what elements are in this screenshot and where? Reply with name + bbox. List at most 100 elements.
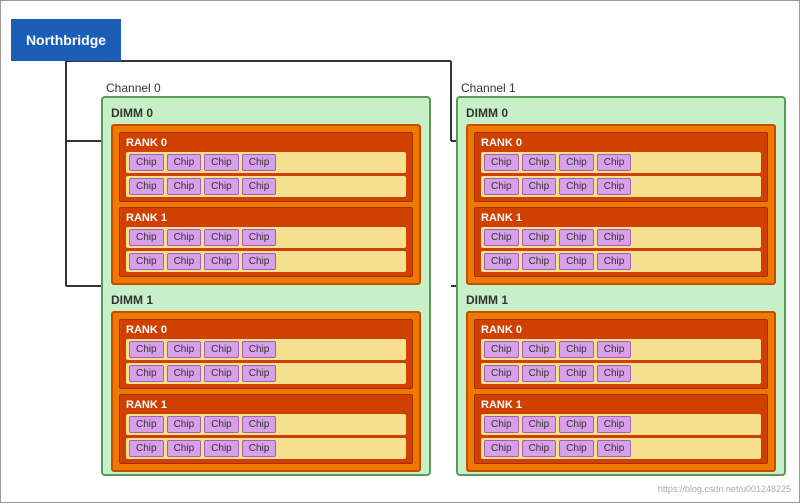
chip: Chip [204,416,239,433]
channel-1-label: Channel 1 [461,81,516,95]
chip: Chip [129,229,164,246]
chip: Chip [204,178,239,195]
chip-row: Chip Chip Chip Chip [126,339,406,360]
chip-row: Chip Chip Chip Chip [126,251,406,272]
ch0-dimm0-rank1: RANK 1 Chip Chip Chip Chip Chip Chip Chi… [119,207,413,277]
chip-row: Chip Chip Chip Chip [481,414,761,435]
chip: Chip [242,253,277,270]
chip: Chip [129,440,164,457]
chip: Chip [522,229,557,246]
chip: Chip [597,440,632,457]
chip: Chip [242,365,277,382]
northbridge-box: Northbridge [11,19,121,61]
ch1-dimm0-rank1-label: RANK 1 [481,212,761,224]
chip: Chip [559,253,594,270]
chip: Chip [559,365,594,382]
watermark: https://blog.csdn.net/u001248225 [658,484,791,494]
chip: Chip [204,154,239,171]
ch1-dimm0-rank0: RANK 0 Chip Chip Chip Chip Chip Chip Chi… [474,132,768,202]
chip: Chip [204,440,239,457]
chip: Chip [522,365,557,382]
chip-row: Chip Chip Chip Chip [481,339,761,360]
chip: Chip [559,416,594,433]
chip: Chip [484,253,519,270]
chip-row: Chip Chip Chip Chip [481,227,761,248]
chip: Chip [484,341,519,358]
chip: Chip [167,154,202,171]
chip: Chip [167,440,202,457]
chip-row: Chip Chip Chip Chip [126,152,406,173]
chip: Chip [242,341,277,358]
channel-1-block: DIMM 0 RANK 0 Chip Chip Chip Chip Chip C… [456,96,786,476]
ch0-dimm0-rank0-label: RANK 0 [126,137,406,149]
chip: Chip [522,253,557,270]
channel-0-label: Channel 0 [106,81,161,95]
chip: Chip [484,440,519,457]
chip-row: Chip Chip Chip Chip [126,414,406,435]
ch1-dimm0-block: RANK 0 Chip Chip Chip Chip Chip Chip Chi… [466,124,776,285]
chip: Chip [204,365,239,382]
ch1-dimm0-rank1: RANK 1 Chip Chip Chip Chip Chip Chip Chi… [474,207,768,277]
ch1-dimm1-block: RANK 0 Chip Chip Chip Chip Chip Chip Chi… [466,311,776,472]
chip: Chip [522,154,557,171]
chip: Chip [559,440,594,457]
chip: Chip [167,229,202,246]
ch0-dimm0-block: RANK 0 Chip Chip Chip Chip Chip Chip Chi… [111,124,421,285]
watermark-text: https://blog.csdn.net/u001248225 [658,484,791,494]
ch1-dimm0-label: DIMM 0 [466,106,776,120]
chip: Chip [129,253,164,270]
chip-row: Chip Chip Chip Chip [481,176,761,197]
chip: Chip [559,154,594,171]
ch1-dimm0-rank0-label: RANK 0 [481,137,761,149]
ch1-dimm1-rank0: RANK 0 Chip Chip Chip Chip Chip Chip Chi… [474,319,768,389]
chip: Chip [597,253,632,270]
chip: Chip [484,229,519,246]
chip: Chip [167,365,202,382]
chip: Chip [129,341,164,358]
chip: Chip [522,341,557,358]
chip: Chip [522,440,557,457]
ch0-dimm0-rank0: RANK 0 Chip Chip Chip Chip Chip Chip Chi… [119,132,413,202]
ch0-dimm1-rank1-label: RANK 1 [126,399,406,411]
northbridge-label: Northbridge [26,32,106,48]
chip: Chip [204,253,239,270]
chip-row: Chip Chip Chip Chip [481,438,761,459]
chip: Chip [129,178,164,195]
chip: Chip [167,253,202,270]
ch0-dimm1-rank1: RANK 1 Chip Chip Chip Chip Chip Chip Chi… [119,394,413,464]
ch0-dimm0-rank1-label: RANK 1 [126,212,406,224]
chip: Chip [167,416,202,433]
chip: Chip [167,341,202,358]
ch0-dimm0-label: DIMM 0 [111,106,421,120]
chip: Chip [204,229,239,246]
ch1-dimm1-rank0-label: RANK 0 [481,324,761,336]
chip: Chip [597,229,632,246]
chip: Chip [559,229,594,246]
chip: Chip [522,416,557,433]
chip: Chip [597,365,632,382]
channel-0-block: DIMM 0 RANK 0 Chip Chip Chip Chip Chip C… [101,96,431,476]
page-container: Northbridge Channel 0 Channel 1 DIMM 0 R… [0,0,800,503]
chip: Chip [129,365,164,382]
chip: Chip [242,416,277,433]
chip: Chip [559,178,594,195]
chip: Chip [484,416,519,433]
chip: Chip [597,416,632,433]
chip: Chip [129,154,164,171]
chip: Chip [167,178,202,195]
chip-row: Chip Chip Chip Chip [481,152,761,173]
chip-row: Chip Chip Chip Chip [126,363,406,384]
chip: Chip [242,178,277,195]
chip: Chip [484,154,519,171]
ch1-dimm1-label: DIMM 1 [466,293,776,307]
ch0-dimm1-label: DIMM 1 [111,293,421,307]
ch0-dimm1-block: RANK 0 Chip Chip Chip Chip Chip Chip Chi… [111,311,421,472]
chip: Chip [597,178,632,195]
ch0-dimm1-rank0-label: RANK 0 [126,324,406,336]
chip: Chip [484,365,519,382]
chip: Chip [242,229,277,246]
chip-row: Chip Chip Chip Chip [126,176,406,197]
chip: Chip [559,341,594,358]
chip-row: Chip Chip Chip Chip [481,251,761,272]
chip: Chip [484,178,519,195]
